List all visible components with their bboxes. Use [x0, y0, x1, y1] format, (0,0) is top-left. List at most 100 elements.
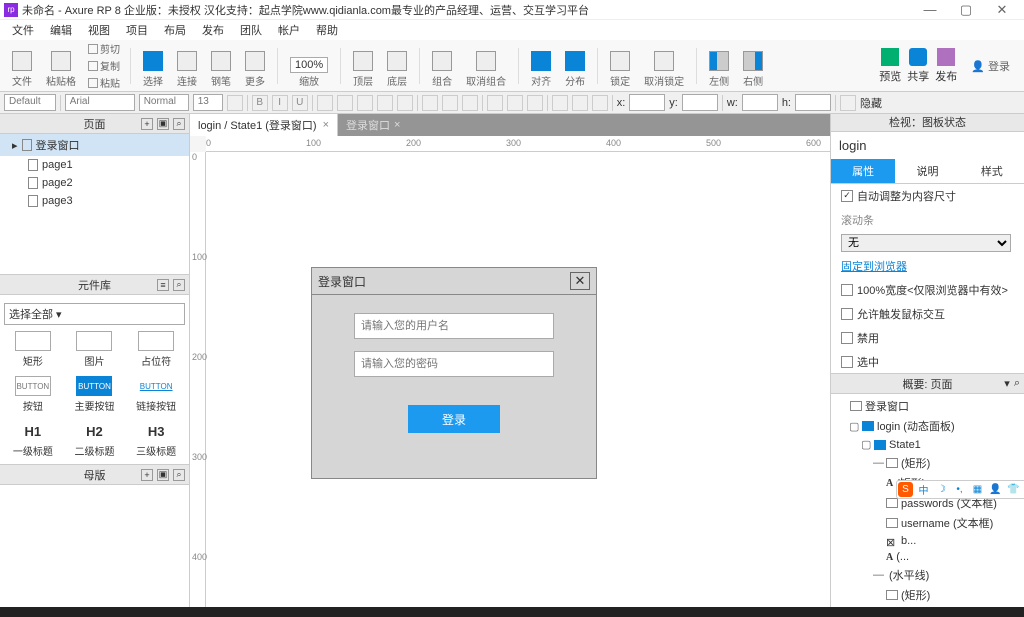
menu-team[interactable]: 团队 — [232, 20, 270, 40]
username-input[interactable] — [354, 313, 554, 339]
publish-button[interactable]: 发布 — [935, 48, 957, 84]
inspector-tab-notes[interactable]: 说明 — [895, 159, 959, 183]
login-submit-button[interactable]: 登录 — [408, 405, 500, 433]
tool-top[interactable]: 顶层 — [347, 42, 379, 90]
ime-moon-icon[interactable]: ☽ — [934, 482, 949, 497]
menu-edit[interactable]: 编辑 — [42, 20, 80, 40]
outline-row[interactable]: (矩形) — [831, 585, 1024, 605]
tool-select[interactable]: 选择 — [137, 42, 169, 90]
line-style[interactable] — [377, 95, 393, 111]
border-color[interactable] — [337, 95, 353, 111]
login-dialog-mockup[interactable]: 登录窗口 ✕ 登录 — [311, 267, 597, 479]
checkbox-selected[interactable] — [841, 356, 853, 368]
master-search-icon[interactable]: ⌕ — [173, 469, 185, 481]
widget-h3[interactable]: H3三级标题 — [127, 419, 185, 460]
size-select[interactable]: 13 — [193, 94, 223, 111]
menu-help[interactable]: 帮助 — [308, 20, 346, 40]
scroll-select[interactable]: 无 — [841, 234, 1011, 252]
align-center[interactable] — [442, 95, 458, 111]
page-item[interactable]: page1 — [0, 156, 189, 174]
outline-row[interactable]: —(水平线) — [831, 565, 1024, 585]
outline-row[interactable]: ⊠b... — [831, 533, 1024, 549]
outline-row[interactable]: ▢login (动态面板) — [831, 416, 1024, 436]
canvas-tab-active[interactable]: login / State1 (登录窗口)× — [190, 114, 338, 136]
tool-distribute[interactable]: 分布 — [559, 42, 591, 90]
widget-placeholder[interactable]: 占位符 — [127, 329, 185, 370]
tool-paste[interactable]: 粘贴 — [88, 75, 120, 90]
hidden-checkbox[interactable] — [840, 95, 856, 111]
valign-mid[interactable] — [507, 95, 523, 111]
fill-color[interactable] — [317, 95, 333, 111]
underline-button[interactable]: U — [292, 95, 308, 111]
close-button[interactable]: ✕ — [984, 0, 1020, 20]
align-right[interactable] — [462, 95, 478, 111]
weight-select[interactable]: Normal — [139, 94, 189, 111]
tool-group-btn[interactable]: 组合 — [426, 42, 458, 90]
bold-button[interactable]: B — [252, 95, 268, 111]
tool-bottom[interactable]: 底层 — [381, 42, 413, 90]
valign-top[interactable] — [487, 95, 503, 111]
dialog-close-icon[interactable]: ✕ — [570, 272, 590, 290]
widget-image[interactable]: 图片 — [66, 329, 124, 370]
font-select[interactable]: Arial — [65, 94, 135, 111]
menu-layout[interactable]: 布局 — [156, 20, 194, 40]
outline-search-icon[interactable]: ⌕ — [1014, 377, 1020, 390]
page-item[interactable]: page3 — [0, 192, 189, 210]
tool-zoom[interactable]: 100%缩放 — [284, 42, 334, 90]
fill-2[interactable] — [552, 95, 568, 111]
w-input[interactable] — [742, 94, 778, 111]
tool-unlock[interactable]: 取消锁定 — [638, 42, 690, 90]
canvas[interactable]: 登录窗口 ✕ 登录 — [206, 152, 830, 607]
inner-shadow[interactable] — [592, 95, 608, 111]
page-root[interactable]: ▸ 登录窗口 — [0, 134, 189, 156]
outline-filter-icon[interactable]: ▾ — [1004, 377, 1010, 390]
checkbox-autosize[interactable]: ✓ — [841, 190, 853, 202]
x-input[interactable] — [629, 94, 665, 111]
valign-bot[interactable] — [527, 95, 543, 111]
minimize-button[interactable]: — — [912, 0, 948, 20]
align-left[interactable] — [422, 95, 438, 111]
arrow-style[interactable] — [397, 95, 413, 111]
preview-button[interactable]: 预览 — [879, 48, 901, 84]
ime-skin-icon[interactable]: 👕 — [1006, 482, 1021, 497]
outline-row[interactable]: 登录窗口 — [831, 396, 1024, 416]
page-item[interactable]: page2 — [0, 174, 189, 192]
ime-person-icon[interactable]: 👤 — [988, 482, 1003, 497]
maximize-button[interactable]: ▢ — [948, 0, 984, 20]
password-input[interactable] — [354, 351, 554, 377]
style-select[interactable]: Default — [4, 94, 56, 111]
tool-file[interactable]: 文件 — [6, 42, 38, 90]
inspector-tab-props[interactable]: 属性 — [831, 159, 895, 183]
library-selector[interactable]: 选择全部 ▾ — [4, 303, 185, 325]
menu-publish[interactable]: 发布 — [194, 20, 232, 40]
tool-align[interactable]: 对齐 — [525, 42, 557, 90]
y-input[interactable] — [682, 94, 718, 111]
ime-punct-icon[interactable]: •, — [952, 482, 967, 497]
checkbox-100w[interactable] — [841, 284, 853, 296]
lib-menu-icon[interactable]: ≡ — [157, 279, 169, 291]
widget-primary-button[interactable]: BUTTON主要按钮 — [66, 374, 124, 415]
outline-row[interactable]: A(... — [831, 549, 1024, 565]
menu-file[interactable]: 文件 — [4, 20, 42, 40]
menu-account[interactable]: 帐户 — [270, 20, 308, 40]
widget-h1[interactable]: H1一级标题 — [4, 419, 62, 460]
add-folder-icon[interactable]: ▣ — [157, 118, 169, 130]
h-input[interactable] — [795, 94, 831, 111]
checkbox-trigger[interactable] — [841, 308, 853, 320]
add-page-icon[interactable]: + — [141, 118, 153, 130]
ime-toolbar[interactable]: S 中 ☽ •, ▦ 👤 👕 🔧 — [896, 480, 1024, 499]
outline-row[interactable]: —(矩形) — [831, 453, 1024, 473]
widget-button[interactable]: BUTTON按钮 — [4, 374, 62, 415]
account-login-button[interactable]: 👤 登录 — [963, 54, 1018, 78]
font-color[interactable] — [227, 95, 243, 111]
italic-button[interactable]: I — [272, 95, 288, 111]
canvas-tab-bg[interactable]: 登录窗口× — [338, 114, 408, 136]
pin-link[interactable]: 固定到浏览器 — [841, 258, 907, 274]
tool-copy[interactable]: 复制 — [88, 58, 120, 73]
checkbox-disabled[interactable] — [841, 332, 853, 344]
ime-lang-icon[interactable]: 中 — [916, 482, 931, 497]
widget-link-button[interactable]: BUTTON链接按钮 — [127, 374, 185, 415]
widget-rect[interactable]: 矩形 — [4, 329, 62, 370]
lib-search-icon[interactable]: ⌕ — [173, 279, 185, 291]
tool-paste-format[interactable]: 粘贴格 — [40, 42, 82, 90]
